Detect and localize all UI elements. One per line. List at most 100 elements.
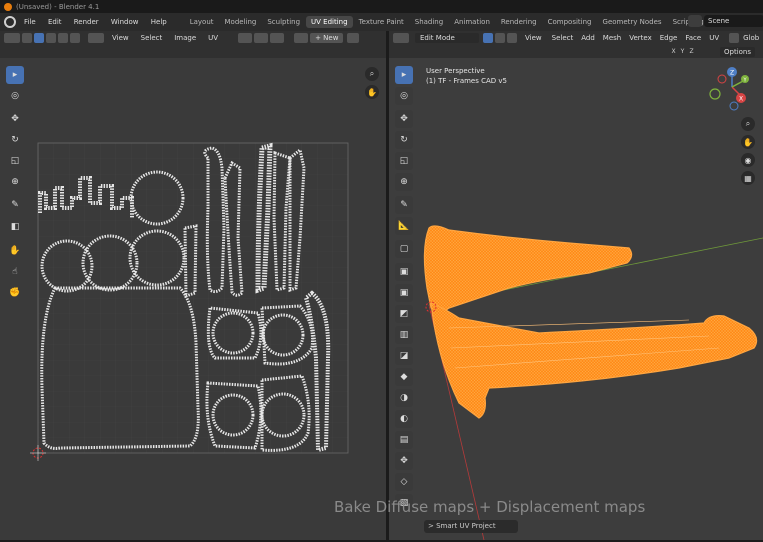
tab-modeling[interactable]: Modeling: [220, 16, 262, 28]
mirror-y-button[interactable]: Y: [678, 47, 687, 56]
bevel-tool-icon[interactable]: ◩: [395, 305, 413, 323]
pivot-icon[interactable]: [238, 33, 253, 43]
loop-cut-tool-icon[interactable]: ▥: [395, 326, 413, 344]
cursor-tool-icon[interactable]: ◎: [6, 87, 24, 105]
menu-render[interactable]: Render: [74, 18, 99, 26]
proportional-edit-icon[interactable]: [270, 33, 285, 43]
vp-cursor-tool-icon[interactable]: ◎: [395, 87, 413, 105]
spin-tool-icon[interactable]: ◑: [395, 389, 413, 407]
mirror-icon[interactable]: [661, 47, 669, 56]
vp-menu-edge[interactable]: Edge: [660, 34, 678, 42]
tab-texture-paint[interactable]: Texture Paint: [354, 16, 409, 28]
uv-menu-select[interactable]: Select: [141, 34, 163, 42]
ortho-grid-icon[interactable]: ▦: [741, 171, 755, 185]
vp-menu-view[interactable]: View: [525, 34, 542, 42]
mirror-z-button[interactable]: Z: [687, 47, 696, 56]
vp-select-box-tool-icon[interactable]: ▸: [395, 66, 413, 84]
inset-tool-icon[interactable]: ▣: [395, 284, 413, 302]
options-dropdown[interactable]: Options: [720, 47, 756, 57]
uv-editor-canvas[interactable]: ▸ ◎ ✥ ↻ ◱ ⊕ ✎ ◧ ✋ ☝ ✊ ⌕ ✋: [0, 58, 386, 540]
tab-shading[interactable]: Shading: [410, 16, 448, 28]
rotate-tool-icon[interactable]: ↻: [6, 131, 24, 149]
menu-edit[interactable]: Edit: [48, 18, 62, 26]
vp-mode-subtract-icon[interactable]: [413, 47, 422, 56]
shear-tool-icon[interactable]: ◇: [395, 473, 413, 491]
menu-window[interactable]: Window: [111, 18, 139, 26]
mode-subtract-icon[interactable]: [24, 47, 33, 56]
pan-hand-icon[interactable]: ✋: [365, 85, 379, 99]
grab-tool-icon[interactable]: ✋: [6, 242, 24, 260]
menu-file[interactable]: File: [24, 18, 36, 26]
mirror-x-button[interactable]: X: [669, 47, 678, 56]
mode-extend-icon[interactable]: [14, 47, 23, 56]
blender-menu-icon[interactable]: [4, 16, 16, 28]
image-browse-icon[interactable]: [294, 33, 309, 43]
poly-build-tool-icon[interactable]: ◆: [395, 368, 413, 386]
operator-panel-smart-uv[interactable]: > Smart UV Project: [424, 520, 518, 533]
vp-menu-face[interactable]: Face: [685, 34, 701, 42]
vp-menu-uv[interactable]: UV: [709, 34, 719, 42]
island-select-button[interactable]: [70, 33, 80, 43]
scene-icon[interactable]: [688, 15, 702, 27]
move-tool-icon[interactable]: ✥: [6, 110, 24, 128]
vp-mode-intersect-icon[interactable]: [423, 47, 432, 56]
edge-select-button[interactable]: [46, 33, 56, 43]
tab-geometry-nodes[interactable]: Geometry Nodes: [598, 16, 667, 28]
edge-mode-button[interactable]: [495, 33, 505, 43]
zoom-icon[interactable]: ⌕: [365, 67, 379, 81]
mode-dropdown[interactable]: Edit Mode: [415, 33, 479, 43]
vp-rotate-tool-icon[interactable]: ↻: [395, 131, 413, 149]
camera-view-icon[interactable]: ◉: [741, 153, 755, 167]
mode-new-icon[interactable]: [4, 47, 13, 56]
vp-menu-mesh[interactable]: Mesh: [603, 34, 621, 42]
vp-transform-tool-icon[interactable]: ⊕: [395, 173, 413, 191]
vp-annotate-tool-icon[interactable]: ✎: [395, 196, 413, 214]
viewport-editor-type-button[interactable]: [393, 33, 409, 43]
mode-intersect-icon[interactable]: [34, 47, 43, 56]
orientation-dropdown[interactable]: Glob: [743, 34, 759, 42]
face-select-button[interactable]: [58, 33, 68, 43]
add-cube-tool-icon[interactable]: ▢: [395, 240, 413, 258]
vp-mode-extend-icon[interactable]: [403, 47, 412, 56]
shrink-fatten-tool-icon[interactable]: ✥: [395, 452, 413, 470]
editor-type-button[interactable]: [4, 33, 20, 43]
scene-name-field[interactable]: Scene: [704, 15, 763, 27]
vp-zoom-icon[interactable]: ⌕: [741, 117, 755, 131]
glasses-mesh[interactable]: [423, 225, 758, 419]
transform-tool-icon[interactable]: ⊕: [6, 173, 24, 191]
viewport-3d-canvas[interactable]: Z X Y ▸ ◎ ✥ ↻ ◱ ⊕ ✎ 📐 ▢ ▣ ▣ ◩ ▥ ◪ ◆ ◑ ◐ …: [389, 58, 763, 541]
tab-sculpting[interactable]: Sculpting: [262, 16, 305, 28]
scene-selector[interactable]: Scene: [688, 15, 763, 27]
uv-menu-image[interactable]: Image: [174, 34, 196, 42]
uv-menu-view[interactable]: View: [112, 34, 129, 42]
menu-help[interactable]: Help: [151, 18, 167, 26]
select-box-tool-icon[interactable]: ▸: [6, 66, 24, 84]
smooth-tool-icon[interactable]: ◐: [395, 410, 413, 428]
relax-tool-icon[interactable]: ☝: [6, 263, 24, 281]
vertex-select-button[interactable]: [34, 33, 44, 43]
sticky-selection-button[interactable]: [88, 33, 104, 43]
vp-move-tool-icon[interactable]: ✥: [395, 110, 413, 128]
rip-tool-icon[interactable]: ◧: [6, 218, 24, 236]
pinch-tool-icon[interactable]: ✊: [6, 284, 24, 302]
edge-slide-tool-icon[interactable]: ▤: [395, 431, 413, 449]
uv-menu-uv[interactable]: UV: [208, 34, 218, 42]
scale-tool-icon[interactable]: ◱: [6, 152, 24, 170]
vp-menu-add[interactable]: Add: [581, 34, 595, 42]
new-image-button[interactable]: + New: [310, 33, 344, 43]
snap-icon[interactable]: [254, 33, 269, 43]
vp-menu-vertex[interactable]: Vertex: [629, 34, 652, 42]
knife-tool-icon[interactable]: ◪: [395, 347, 413, 365]
transform-orientation-icon[interactable]: [729, 33, 740, 43]
vp-pan-hand-icon[interactable]: ✋: [741, 135, 755, 149]
face-mode-button[interactable]: [507, 33, 517, 43]
open-image-icon[interactable]: [347, 33, 360, 43]
vp-mode-new-icon[interactable]: [393, 47, 402, 56]
tab-uv-editing[interactable]: UV Editing: [306, 16, 353, 28]
vp-scale-tool-icon[interactable]: ◱: [395, 152, 413, 170]
vertex-mode-button[interactable]: [483, 33, 493, 43]
measure-tool-icon[interactable]: 📐: [395, 217, 413, 235]
annotate-tool-icon[interactable]: ✎: [6, 196, 24, 214]
tab-animation[interactable]: Animation: [449, 16, 495, 28]
extrude-tool-icon[interactable]: ▣: [395, 263, 413, 281]
